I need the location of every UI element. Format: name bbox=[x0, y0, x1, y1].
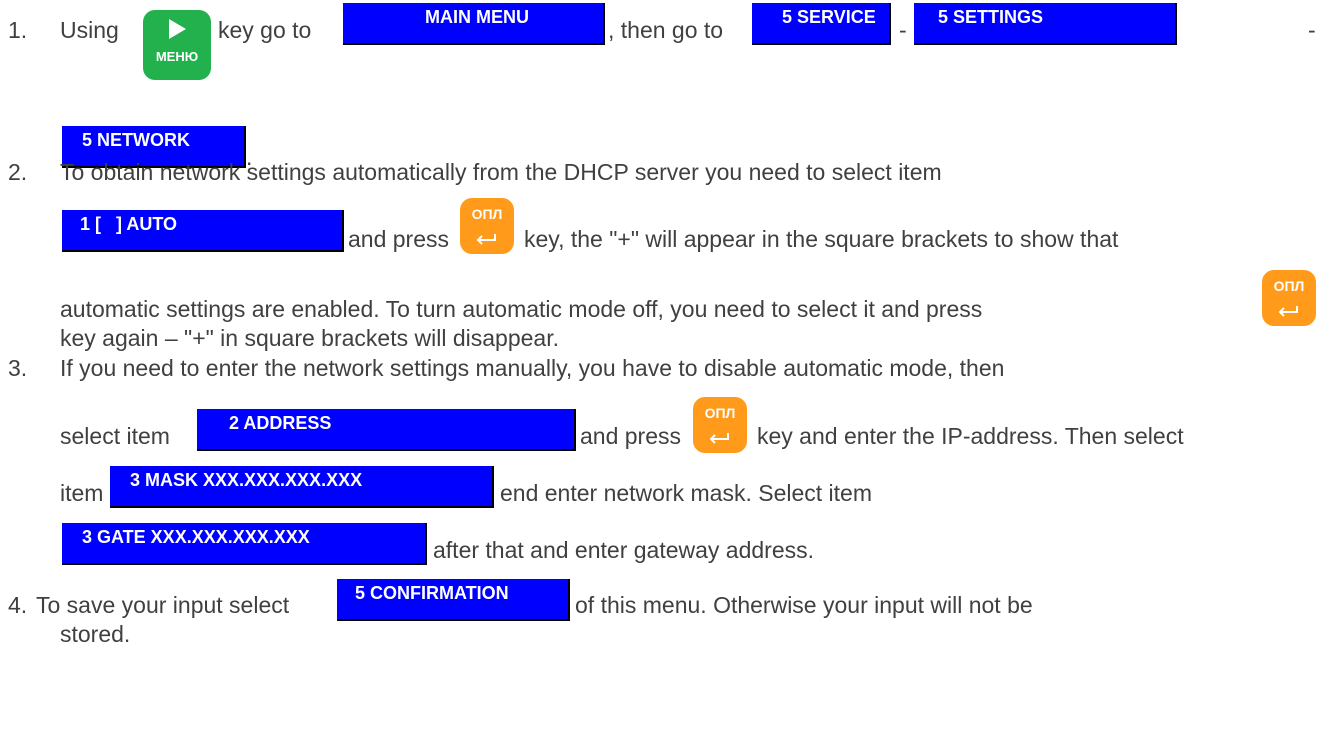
step-2-line-1: To obtain network settings automatically… bbox=[60, 159, 942, 185]
play-triangle-icon bbox=[169, 19, 186, 39]
enter-key: ОПЛ bbox=[460, 198, 514, 254]
auto-box: 1 [ ] AUTO bbox=[62, 210, 344, 252]
step-2-line-4: key again – "+" in square brackets will … bbox=[60, 325, 559, 351]
step-2-text-key: key, the "+" will appear in the square b… bbox=[524, 226, 1119, 252]
enter-arrow-icon bbox=[1278, 306, 1298, 317]
gate-box: 3 GATE XXX.XXX.XXX.XXX bbox=[62, 523, 427, 565]
step-4-text-stored: stored. bbox=[60, 621, 131, 647]
step-1-text-using: Using bbox=[60, 17, 119, 43]
enter-key-label: ОПЛ bbox=[471, 206, 503, 222]
step-4-number: 4. bbox=[8, 592, 28, 618]
step-2-line-3: automatic settings are enabled. To turn … bbox=[60, 296, 983, 322]
step-2-text-press: and press bbox=[348, 226, 450, 252]
enter-arrow-icon bbox=[709, 433, 729, 444]
enter-key: ОПЛ bbox=[693, 397, 747, 453]
step-3-text-key: key and enter the IP-address. Then selec… bbox=[757, 423, 1184, 449]
step-3-text-gate: after that and enter gateway address. bbox=[433, 537, 815, 563]
step-3-text-press: and press bbox=[580, 423, 682, 449]
step-1-text-thengoto: , then go to bbox=[608, 17, 724, 43]
address-box: 2 ADDRESS bbox=[197, 409, 576, 451]
enter-key-label: ОПЛ bbox=[704, 405, 736, 421]
step-3-number: 3. bbox=[8, 355, 28, 381]
step-1-number: 1. bbox=[8, 17, 28, 43]
enter-key: ОПЛ bbox=[1262, 270, 1316, 326]
menu-key: МЕНЮ bbox=[143, 10, 211, 80]
enter-arrow-icon bbox=[476, 234, 496, 245]
step-1-text-keygoto: key go to bbox=[218, 17, 312, 43]
step-3-line-1: If you need to enter the network setting… bbox=[60, 355, 1005, 381]
step-3-text-mask: end enter network mask. Select item bbox=[500, 480, 872, 506]
menu-key-label: МЕНЮ bbox=[155, 49, 199, 64]
step-3-text-selectitem: select item bbox=[60, 423, 170, 449]
step-4-text-menu: of this menu. Otherwise your input will … bbox=[575, 592, 1033, 618]
step-4-text-save: To save your input select bbox=[36, 592, 290, 618]
step-2-number: 2. bbox=[8, 159, 28, 185]
enter-key-label: ОПЛ bbox=[1273, 278, 1305, 294]
main-menu-box: MAIN MENU bbox=[343, 3, 605, 45]
service-box: 5 SERVICE bbox=[752, 3, 891, 45]
step-1-dash-1: - bbox=[899, 17, 907, 43]
mask-box: 3 MASK XXX.XXX.XXX.XXX bbox=[110, 466, 494, 508]
settings-box: 5 SETTINGS bbox=[914, 3, 1177, 45]
confirmation-box: 5 CONFIRMATION bbox=[337, 579, 570, 621]
step-1-dash-2: - bbox=[1308, 17, 1316, 43]
step-3-text-item: item bbox=[60, 480, 104, 506]
